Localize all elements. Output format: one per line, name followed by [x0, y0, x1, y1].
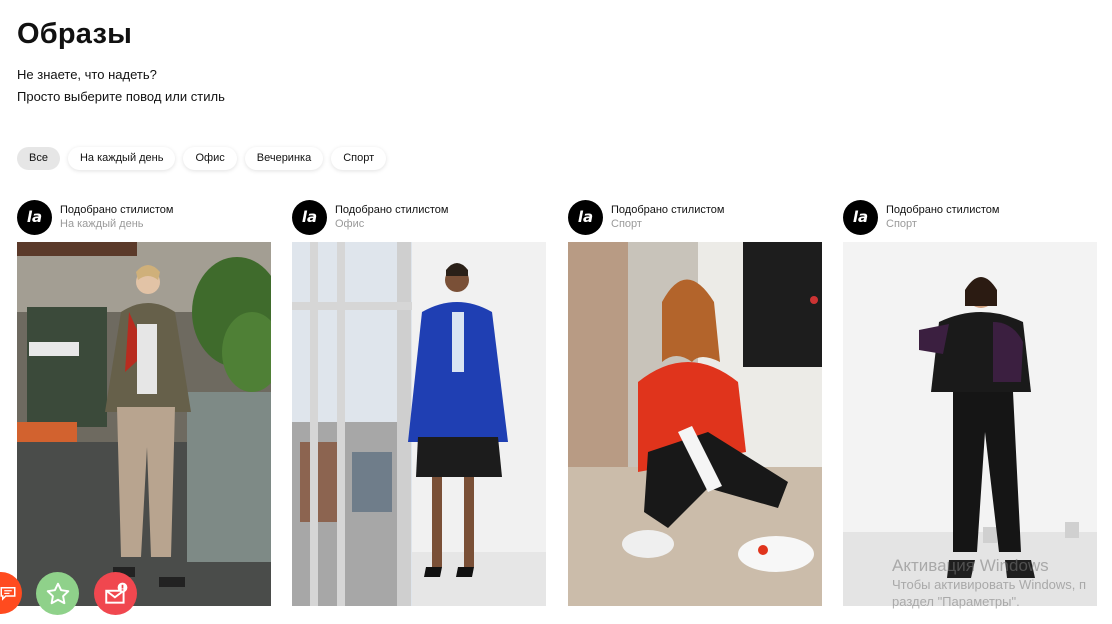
card-category: Спорт [886, 218, 917, 230]
woman-sport-look-photo[interactable] [568, 242, 822, 606]
card-category: На каждый день [60, 218, 144, 230]
look-card[interactable]: la Подобрано стилистом Спорт [568, 199, 822, 606]
card-category: Спорт [611, 218, 642, 230]
look-card[interactable]: la Подобрано стилистом На каждый день [17, 199, 271, 606]
filter-chip-office[interactable]: Офис [183, 147, 237, 170]
card-author: Подобрано стилистом [611, 204, 725, 216]
star-icon [46, 582, 69, 604]
favorites-button[interactable] [36, 572, 79, 615]
woman-casual-look-photo[interactable] [17, 242, 271, 606]
woman-sport-look-photo[interactable] [843, 242, 1097, 606]
mail-alert-icon [104, 582, 127, 604]
page-subtitle: Не знаете, что надеть? Просто выберите п… [17, 64, 225, 108]
card-author: Подобрано стилистом [886, 204, 1000, 216]
woman-office-look-photo[interactable] [292, 242, 546, 606]
brand-logo: la [17, 199, 52, 235]
brand-logo: la [843, 199, 878, 235]
card-author: Подобрано стилистом [335, 204, 449, 216]
card-header: la Подобрано стилистом На каждый день [17, 199, 271, 235]
card-header: la Подобрано стилистом Спорт [568, 199, 822, 235]
card-header: la Подобрано стилистом Офис [292, 199, 546, 235]
page-title: Образы [17, 18, 133, 50]
look-card[interactable]: la Подобрано стилистом Спорт [843, 199, 1097, 606]
filter-chip-all[interactable]: Все [17, 147, 60, 170]
chat-icon [0, 587, 16, 601]
card-category: Офис [335, 218, 365, 230]
card-header: la Подобрано стилистом Спорт [843, 199, 1097, 235]
filter-chips: Все На каждый день Офис Вечеринка Спорт [17, 147, 387, 170]
brand-logo: la [292, 199, 327, 235]
filter-chip-party[interactable]: Вечеринка [244, 147, 324, 170]
card-author: Подобрано стилистом [60, 204, 174, 216]
brand-logo: la [568, 199, 603, 235]
subtitle-line-2: Просто выберите повод или стиль [17, 89, 225, 104]
look-card[interactable]: la Подобрано стилистом Офис [292, 199, 546, 606]
filter-chip-everyday[interactable]: На каждый день [67, 147, 176, 170]
filter-chip-sport[interactable]: Спорт [331, 147, 387, 170]
messages-button[interactable] [94, 572, 137, 615]
subtitle-line-1: Не знаете, что надеть? [17, 67, 157, 82]
